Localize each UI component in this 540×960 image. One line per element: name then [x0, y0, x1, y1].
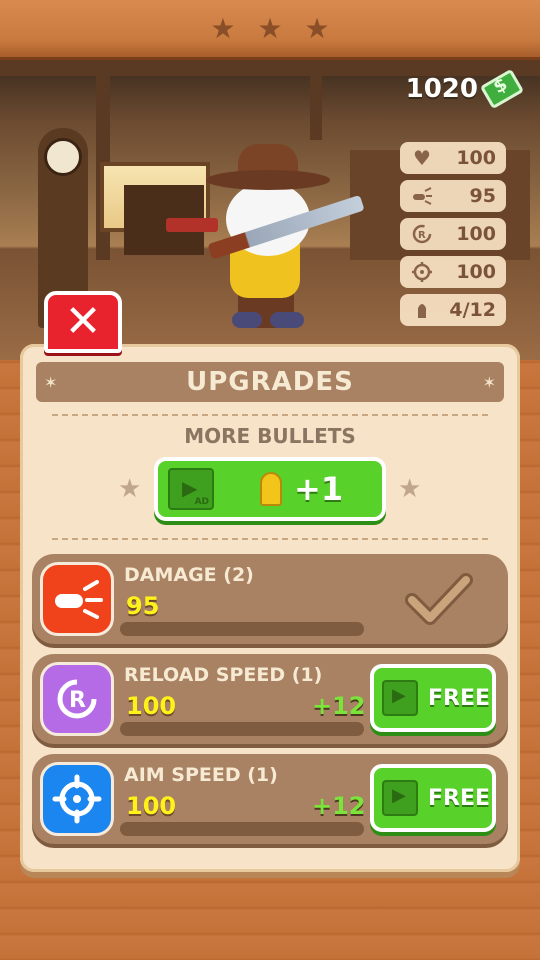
star-icon: ★ — [118, 474, 142, 504]
maxed-check-icon — [405, 573, 473, 625]
panel-title-bar: ✶ UPGRADES ✶ — [36, 362, 504, 402]
upgrade-progress-bar — [120, 722, 364, 736]
star-icon: ✶ — [44, 372, 58, 392]
upgrade-row-reload-speed: R RELOAD SPEED (1) 100 +12 FREE — [32, 654, 508, 744]
character-boot — [232, 312, 262, 328]
upgrade-row-damage: DAMAGE (2) 95 — [32, 554, 508, 644]
upgrade-value: 100 — [126, 692, 177, 720]
free-label: FREE — [428, 685, 491, 711]
stat-ammo: 4/12 — [400, 294, 506, 326]
stat-value: 100 — [456, 147, 496, 169]
ad-video-icon — [382, 780, 418, 816]
stat-value: 100 — [456, 223, 496, 245]
stat-health: ♥ 100 — [400, 142, 506, 174]
stat-aim: 100 — [400, 256, 506, 288]
star-icon: ★ — [257, 11, 283, 45]
bullet-icon — [260, 472, 282, 506]
support-post — [310, 60, 322, 140]
panel-title: UPGRADES — [186, 367, 354, 397]
upgrade-increment: +12 — [312, 692, 366, 720]
stats-panel: ♥ 100 95 R 100 100 4/12 — [400, 142, 506, 326]
crosshair-icon — [40, 762, 114, 836]
star-icon: ★ — [398, 474, 422, 504]
upgrade-progress-bar — [120, 622, 364, 636]
upgrade-row-aim-speed: AIM SPEED (1) 100 +12 FREE — [32, 754, 508, 844]
free-label: FREE — [428, 785, 491, 811]
star-icon: ★ — [210, 11, 236, 45]
upgrade-increment: +12 — [312, 792, 366, 820]
upgrade-value: 100 — [126, 792, 177, 820]
stat-damage: 95 — [400, 180, 506, 212]
top-bar: ★ ★ ★ — [0, 0, 540, 60]
close-icon: ✕ — [64, 296, 102, 347]
damage-icon — [40, 562, 114, 636]
ad-reward: +1 — [294, 470, 344, 508]
ad-video-icon — [382, 680, 418, 716]
bullet-icon — [410, 298, 434, 322]
reload-icon: R — [40, 662, 114, 736]
upgrade-name: RELOAD SPEED (1) — [124, 664, 323, 686]
stat-reload: R 100 — [400, 218, 506, 250]
clock-face — [44, 138, 82, 176]
upgrade-name: DAMAGE (2) — [124, 564, 254, 586]
crosshair-icon — [410, 260, 434, 284]
cowboy-hat — [206, 144, 330, 194]
star-icon: ✶ — [482, 372, 496, 392]
more-bullets-label: MORE BULLETS — [184, 424, 356, 448]
heart-icon: ♥ — [413, 146, 431, 170]
free-upgrade-button[interactable]: FREE — [370, 664, 496, 732]
piano-bench — [166, 218, 218, 232]
upgrade-progress-bar — [120, 822, 364, 836]
money-amount: 1020 — [405, 74, 478, 104]
divider — [52, 538, 488, 540]
more-bullets-ad-button[interactable]: AD +1 — [154, 457, 386, 521]
star-icon: ★ — [304, 11, 330, 45]
svg-text:R: R — [69, 688, 86, 713]
upgrade-value: 95 — [126, 592, 160, 620]
upgrade-name: AIM SPEED (1) — [124, 764, 278, 786]
stat-value: 4/12 — [449, 299, 496, 321]
svg-text:R: R — [418, 230, 426, 241]
ad-video-icon: AD — [168, 468, 214, 510]
reload-icon: R — [410, 222, 434, 246]
divider — [52, 414, 488, 416]
cash-icon — [479, 68, 525, 110]
close-button[interactable]: ✕ — [44, 291, 122, 353]
damage-icon — [410, 184, 434, 208]
character-boot — [270, 312, 304, 328]
stat-value: 95 — [469, 185, 496, 207]
stat-value: 100 — [456, 261, 496, 283]
money-display: 1020 — [405, 68, 525, 110]
free-upgrade-button[interactable]: FREE — [370, 764, 496, 832]
